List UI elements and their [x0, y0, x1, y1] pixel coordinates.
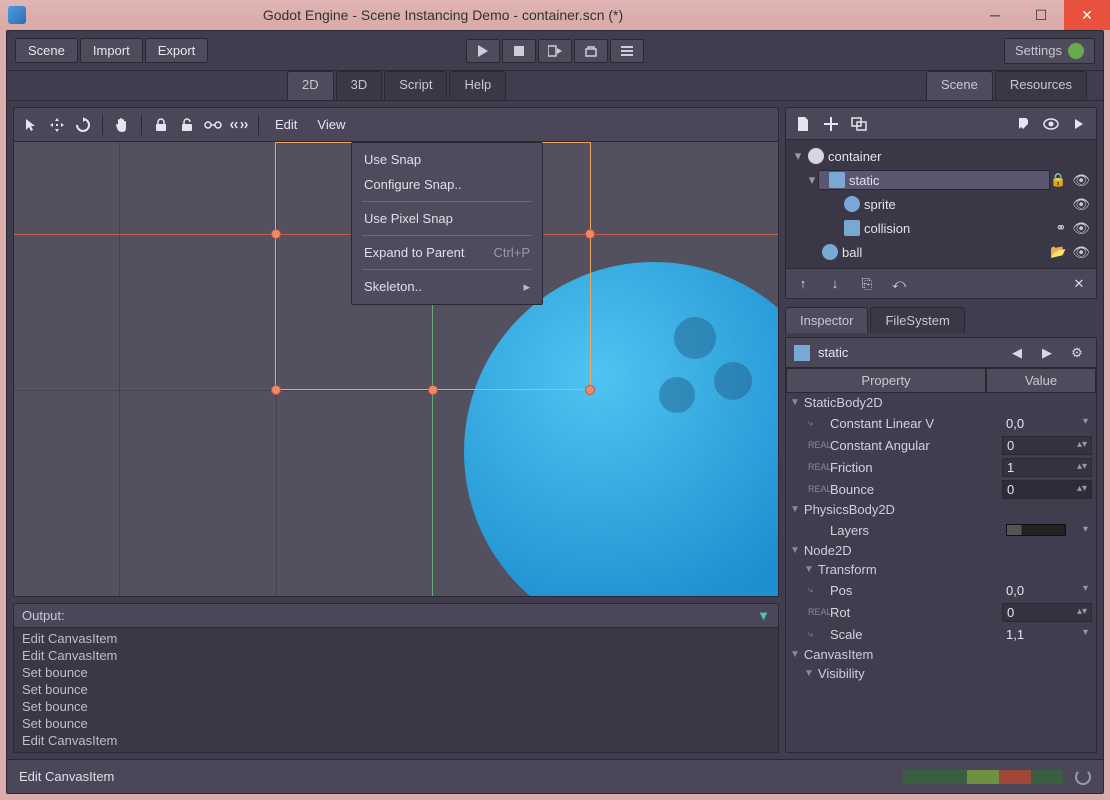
tab-filesystem[interactable]: FileSystem: [870, 307, 964, 333]
rot-input[interactable]: 0▴▾: [1002, 603, 1092, 622]
tab-inspector[interactable]: Inspector: [785, 307, 868, 333]
debug-options-button[interactable]: [610, 39, 644, 63]
scene-tree-panel: ▾ container ▾ static 🔒👁: [785, 107, 1097, 299]
unlock-icon[interactable]: [176, 114, 198, 136]
spinner-icon: [1075, 769, 1091, 785]
staticbody-icon: [829, 172, 845, 188]
friction-input[interactable]: 1▴▾: [1002, 458, 1092, 477]
instance-icon[interactable]: [848, 113, 870, 135]
delete-node-icon[interactable]: ✕: [1068, 273, 1090, 295]
move-tool-icon[interactable]: [46, 114, 68, 136]
collapse-icon[interactable]: [1068, 113, 1090, 135]
lock-icon[interactable]: [150, 114, 172, 136]
output-body: Edit CanvasItem Edit CanvasItem Set boun…: [14, 628, 778, 752]
ungroup-icon[interactable]: [228, 114, 250, 136]
tree-node-container[interactable]: ▾ container: [788, 144, 1094, 168]
tree-node-sprite[interactable]: sprite 👁: [788, 192, 1094, 216]
output-panel: Output: ▼ Edit CanvasItem Edit CanvasIte…: [13, 603, 779, 753]
canvas-viewport[interactable]: Use Snap Configure Snap.. Use Pixel Snap…: [14, 142, 778, 596]
new-scene-icon[interactable]: [792, 113, 814, 135]
edit-menu-button[interactable]: Edit: [267, 117, 305, 132]
pan-tool-icon[interactable]: [111, 114, 133, 136]
inspector-col-property: Property: [786, 368, 986, 393]
topbar: Scene Import Export Settings: [7, 31, 1103, 71]
visibility-toggle-icon[interactable]: [1040, 113, 1062, 135]
history-back-icon[interactable]: ◀: [1006, 342, 1028, 364]
eye-icon[interactable]: 👁: [1072, 196, 1090, 213]
gear-icon[interactable]: ⚙: [1066, 342, 1088, 364]
select-tool-icon[interactable]: [20, 114, 42, 136]
statusbar: Edit CanvasItem: [7, 759, 1103, 793]
minimize-button[interactable]: ─: [972, 0, 1018, 30]
tree-node-static[interactable]: ▾ static 🔒👁: [788, 168, 1094, 192]
settings-label: Settings: [1015, 43, 1062, 58]
group-icon[interactable]: [202, 114, 224, 136]
move-down-icon[interactable]: ↓: [824, 273, 846, 295]
link-icon[interactable]: ⚭: [1055, 220, 1066, 237]
menu-use-pixel-snap[interactable]: Use Pixel Snap: [352, 206, 542, 231]
profiler-icon: [903, 770, 1063, 784]
inspector-node-icon: [794, 345, 810, 361]
tab-2d[interactable]: 2D: [287, 71, 334, 100]
view-menu-button[interactable]: View: [309, 117, 353, 132]
output-title: Output:: [22, 608, 65, 623]
eye-icon[interactable]: 👁: [1072, 172, 1090, 189]
bounce-input[interactable]: 0▴▾: [1002, 480, 1092, 499]
tree-node-collision[interactable]: collision ⚭👁: [788, 216, 1094, 240]
status-text: Edit CanvasItem: [19, 769, 114, 784]
add-node-icon[interactable]: [820, 113, 842, 135]
menu-skeleton[interactable]: Skeleton..▸: [352, 274, 542, 300]
menu-expand-to-parent[interactable]: Expand to ParentCtrl+P: [352, 240, 542, 265]
editor-window: Scene Import Export Settings 2D 3D Scrip…: [6, 30, 1104, 794]
lock-icon[interactable]: 🔒: [1050, 172, 1066, 189]
import-menu-button[interactable]: Import: [80, 38, 143, 63]
rigidbody-icon: [822, 244, 838, 260]
rotate-tool-icon[interactable]: [72, 114, 94, 136]
reparent-icon[interactable]: ⤺: [888, 273, 910, 295]
tab-3d[interactable]: 3D: [336, 71, 383, 100]
tab-resources[interactable]: Resources: [995, 71, 1087, 100]
tree-node-ball[interactable]: ball 📂👁: [788, 240, 1094, 264]
menu-use-snap[interactable]: Use Snap: [352, 147, 542, 172]
play-custom-button[interactable]: [574, 39, 608, 63]
move-up-icon[interactable]: ↑: [792, 273, 814, 295]
scene-tree: ▾ container ▾ static 🔒👁: [786, 140, 1096, 268]
layers-input[interactable]: ▾: [1002, 523, 1092, 537]
tab-script[interactable]: Script: [384, 71, 447, 100]
eye-icon[interactable]: 👁: [1072, 244, 1090, 261]
output-collapse-icon[interactable]: ▼: [757, 608, 770, 623]
history-fwd-icon[interactable]: ▶: [1036, 342, 1058, 364]
scene-menu-button[interactable]: Scene: [15, 38, 78, 63]
duplicate-icon[interactable]: ⎘: [856, 273, 878, 295]
window-title: Godot Engine - Scene Instancing Demo - c…: [0, 7, 972, 23]
tab-scene[interactable]: Scene: [926, 71, 993, 100]
viewport-panel: Edit View: [13, 107, 779, 597]
script-icon[interactable]: [1012, 113, 1034, 135]
viewport-toolbar: Edit View: [14, 108, 778, 142]
constant-angular-input[interactable]: 0▴▾: [1002, 436, 1092, 455]
play-button[interactable]: [466, 39, 500, 63]
eye-icon[interactable]: 👁: [1072, 220, 1090, 237]
inspector-col-value: Value: [986, 368, 1096, 393]
maximize-button[interactable]: ☐: [1018, 0, 1064, 30]
update-indicator-icon: [1068, 43, 1084, 59]
titlebar: Godot Engine - Scene Instancing Demo - c…: [0, 0, 1110, 30]
stop-button[interactable]: [502, 39, 536, 63]
open-scene-icon[interactable]: 📂: [1050, 244, 1066, 261]
settings-button[interactable]: Settings: [1004, 38, 1095, 64]
export-menu-button[interactable]: Export: [145, 38, 209, 63]
collision-icon: [844, 220, 860, 236]
edit-menu-popup: Use Snap Configure Snap.. Use Pixel Snap…: [351, 142, 543, 305]
mode-tabs-row: 2D 3D Script Help Scene Resources: [7, 71, 1103, 101]
sprite-icon: [844, 196, 860, 212]
menu-configure-snap[interactable]: Configure Snap..: [352, 172, 542, 197]
play-scene-button[interactable]: [538, 39, 572, 63]
close-button[interactable]: ✕: [1064, 0, 1110, 30]
tab-help[interactable]: Help: [449, 71, 506, 100]
inspector-node-name: static: [818, 345, 848, 360]
inspector-panel: static ◀ ▶ ⚙ Property Value ▼StaticBody2…: [785, 337, 1097, 753]
